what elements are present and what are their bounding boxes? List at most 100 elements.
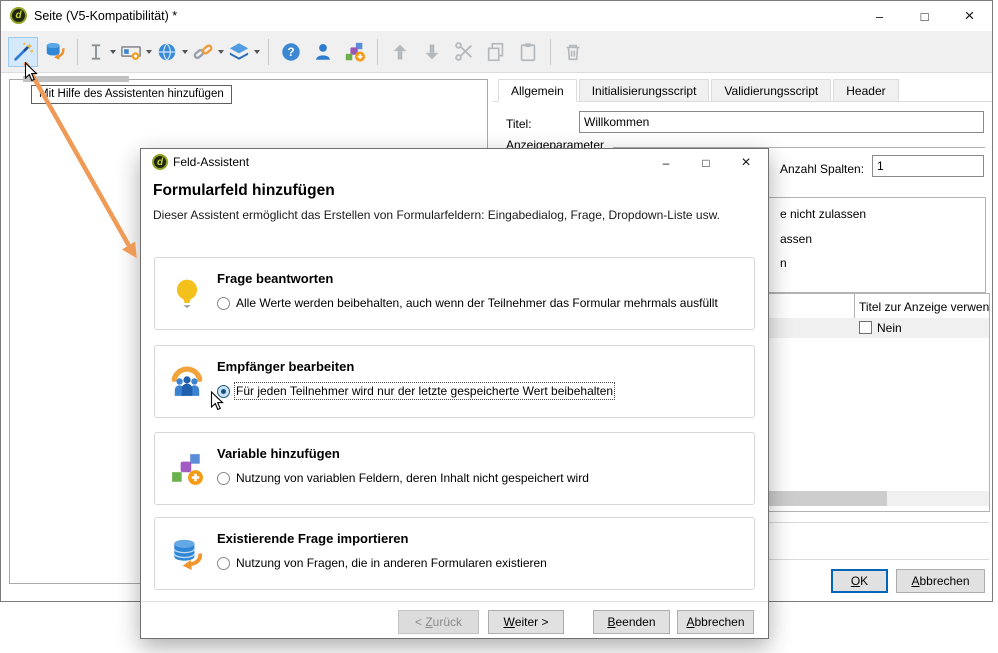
dialog-footer-line: [141, 601, 768, 602]
nein-checkbox[interactable]: [859, 321, 872, 334]
wizard-tooltip: Mit Hilfe des Assistenten hinzufügen: [31, 85, 232, 104]
radio-checked[interactable]: [217, 384, 230, 398]
dropdown-caret-icon[interactable]: [182, 49, 188, 54]
property-tabs: Allgemein Initialisierungsscript Validie…: [498, 79, 901, 102]
panel-line: [736, 522, 989, 523]
option-title: Variable hinzufügen: [217, 446, 340, 461]
help-icon: ?: [280, 41, 302, 63]
close-button[interactable]: ×: [947, 1, 992, 31]
dialog-close-button[interactable]: ×: [726, 149, 766, 176]
radio-unchecked[interactable]: [217, 296, 230, 310]
layers-icon: [228, 41, 250, 63]
layers-button[interactable]: [227, 37, 261, 67]
delete-button: [558, 37, 588, 67]
person-button[interactable]: [308, 37, 338, 67]
table-bottom-border: [736, 511, 989, 512]
anzahl-spalten-input[interactable]: [872, 155, 984, 177]
horizontal-scrollbar[interactable]: [736, 491, 989, 506]
tab-allgemein[interactable]: Allgemein: [498, 79, 577, 102]
svg-text:?: ?: [287, 45, 294, 59]
person-icon: [312, 41, 334, 63]
dropdown-caret-icon[interactable]: [146, 49, 152, 54]
database-undo-button[interactable]: [40, 37, 70, 67]
trash-icon: [562, 41, 584, 63]
dialog-minimize-button[interactable]: –: [646, 149, 686, 176]
database-import-icon: [170, 537, 204, 571]
ok-button[interactable]: OK: [831, 569, 888, 593]
selected-element-handle: [23, 76, 129, 82]
radio-unchecked[interactable]: [217, 471, 230, 485]
table-row[interactable]: Nein: [736, 318, 989, 338]
titel-label: Titel:: [506, 117, 532, 131]
app-logo-icon: d: [152, 154, 168, 170]
text-field-button[interactable]: [85, 37, 117, 67]
wizard-add-button[interactable]: [8, 36, 38, 67]
scissors-icon: [453, 41, 475, 63]
copy-icon: [485, 41, 507, 63]
cancel-button-main[interactable]: Abbrechen: [896, 569, 985, 593]
variable-add-button[interactable]: [340, 37, 370, 67]
minimize-button[interactable]: –: [857, 1, 902, 31]
app-logo-icon: d: [10, 7, 27, 24]
titel-input[interactable]: [579, 111, 984, 133]
link-icon: [192, 41, 214, 63]
anzahl-spalten-label: Anzahl Spalten:: [780, 162, 865, 176]
variable-add-icon: [344, 41, 366, 63]
option-description: Nutzung von Fragen, die in anderen Formu…: [236, 556, 547, 570]
dropdown-caret-icon[interactable]: [110, 49, 116, 54]
cancel-button-dialog[interactable]: Abbrechen: [677, 610, 754, 634]
option-description: Nutzung von variablen Feldern, deren Inh…: [236, 471, 589, 485]
dialog-subtitle: Dieser Assistent ermöglicht das Erstelle…: [153, 208, 720, 222]
maximize-button[interactable]: □: [902, 1, 947, 31]
table-right-border: [989, 293, 990, 512]
option-title: Existierende Frage importieren: [217, 531, 409, 546]
feld-assistent-dialog: d Feld-Assistent – □ × Formularfeld hinz…: [140, 148, 769, 639]
finish-button[interactable]: Beenden: [593, 610, 670, 634]
clipped-option-label: e nicht zulassen: [780, 207, 867, 221]
copy-button: [481, 37, 511, 67]
back-button: < Zurück: [398, 610, 479, 634]
link-button[interactable]: [191, 37, 225, 67]
toolbar-separator: [377, 38, 378, 65]
option-description: Alle Werte werden beibehalten, auch wenn…: [236, 296, 718, 310]
dialog-titlebar: d Feld-Assistent – □ ×: [141, 149, 768, 176]
database-undo-icon: [44, 41, 66, 63]
magic-wand-icon: [12, 41, 34, 63]
option-frage-importieren[interactable]: Existierende Frage importieren Nutzung v…: [154, 517, 755, 590]
dialog-title: Feld-Assistent: [173, 155, 250, 169]
option-description: Für jeden Teilnehmer wird nur der letzte…: [233, 382, 616, 400]
tab-initialisierungsscript[interactable]: Initialisierungsscript: [578, 79, 710, 102]
main-titlebar: d Seite (V5-Kompatibilität) * – □ ×: [1, 1, 992, 31]
dropdown-caret-icon[interactable]: [254, 49, 260, 54]
paste-icon: [517, 41, 539, 63]
next-button[interactable]: Weiter >: [488, 610, 564, 634]
toolbar-separator: [77, 38, 78, 65]
cut-button: [449, 37, 479, 67]
variable-icon: [170, 452, 204, 486]
tab-header[interactable]: Header: [833, 79, 899, 102]
move-up-button: [385, 37, 415, 67]
paste-button: [513, 37, 543, 67]
group-icon: [170, 365, 204, 399]
option-variable-hinzufuegen[interactable]: Variable hinzufügen Nutzung von variable…: [154, 432, 755, 505]
toolbar: ?: [1, 31, 992, 73]
dialog-maximize-button[interactable]: □: [686, 149, 726, 176]
radio-unchecked[interactable]: [217, 556, 230, 570]
option-frage-beantworten[interactable]: Frage beantworten Alle Werte werden beib…: [154, 257, 755, 330]
screen: d Seite (V5-Kompatibilität) * – □ × ? Mi…: [0, 0, 998, 653]
arrow-down-icon: [421, 41, 443, 63]
window-title: Seite (V5-Kompatibilität) *: [34, 9, 178, 23]
globe-button[interactable]: [155, 37, 189, 67]
tab-validierungsscript[interactable]: Validierungsscript: [711, 79, 832, 102]
table-header: Titel zur Anzeige verwen: [859, 300, 990, 314]
clipped-option-label: assen: [780, 232, 813, 246]
toolbar-separator: [268, 38, 269, 65]
option-empfaenger-bearbeiten[interactable]: Empfänger bearbeiten Für jeden Teilnehme…: [154, 345, 755, 418]
input-dialog-button[interactable]: [119, 37, 153, 67]
help-button[interactable]: ?: [276, 37, 306, 67]
table-row-label: Nein: [877, 321, 902, 335]
option-title: Empfänger bearbeiten: [217, 359, 355, 374]
table-column-separator: [854, 294, 855, 319]
dropdown-caret-icon[interactable]: [218, 49, 224, 54]
text-field-icon: [86, 42, 106, 62]
